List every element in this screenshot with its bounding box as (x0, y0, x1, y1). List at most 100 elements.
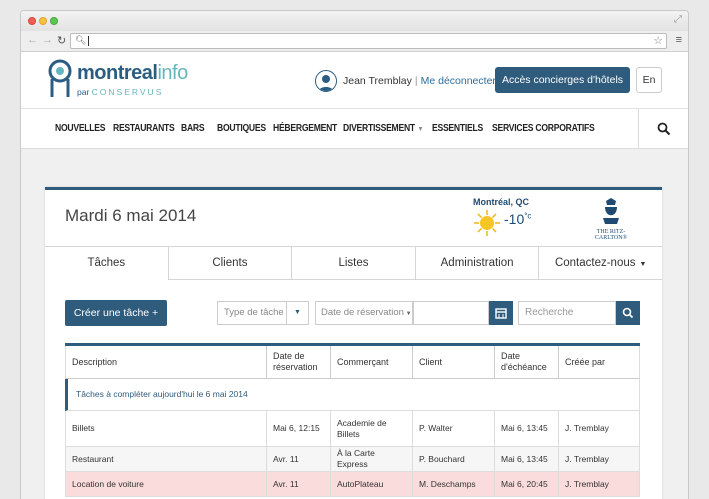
bookmark-star-icon[interactable]: ☆ (653, 34, 663, 47)
column-header[interactable]: Date de réservation (266, 346, 330, 378)
logo-main: montreal (77, 62, 158, 84)
main-nav: NOUVELLES RESTAURANTS BARS BOUTIQUES HÉB… (21, 109, 688, 149)
task-type-select[interactable]: Type de tâche ▼ (217, 301, 309, 325)
tasks-table: Description Date de réservation Commerça… (65, 343, 640, 497)
close-window-button[interactable] (28, 17, 36, 25)
address-bar[interactable]: 🔍︎ ☆ (70, 33, 667, 49)
temperature-unit: °c (524, 211, 532, 221)
weather-temperature: -10°c (504, 211, 531, 227)
chevron-down-icon: ▼ (637, 261, 647, 268)
back-arrow-icon[interactable]: ← (27, 34, 38, 46)
logo-accent: info (157, 62, 188, 84)
language-button[interactable]: En (636, 67, 662, 93)
sun-icon (474, 210, 500, 236)
nav-search-button[interactable] (638, 109, 688, 149)
table-cell: Avr. 11 (266, 447, 330, 471)
column-header[interactable]: Client (412, 346, 494, 378)
table-cell: J. Tremblay (558, 472, 639, 496)
table-cell: P. Bouchard (412, 447, 494, 471)
ritz-lion-icon (603, 198, 619, 224)
search-icon: 🔍︎ (75, 35, 87, 45)
tab-contactez-nous[interactable]: Contactez-nous ▼ (538, 247, 662, 279)
table-header: Description Date de réservation Commerça… (65, 346, 640, 379)
table-cell: J. Tremblay (558, 411, 639, 446)
table-row[interactable]: Billets Mai 6, 12:15 Academie de Billets… (65, 411, 640, 447)
table-row[interactable]: Restaurant Avr. 11 À la Carte Express P.… (65, 447, 640, 472)
nav-item-divertissement-label: DIVERTISSEMENT (343, 123, 415, 134)
tasks-panel: Mardi 6 mai 2014 Montréal, QC -10°c THE … (45, 187, 662, 499)
table-row-overdue[interactable]: Location de voiture Avr. 11 AutoPlateau … (65, 472, 640, 497)
create-task-button[interactable]: Créer une tâche + (65, 300, 167, 326)
tab-bar: Tâches Clients Listes Administration Con… (45, 246, 662, 280)
nav-item-services-corporatifs[interactable]: SERVICES CORPORATIFS (492, 123, 595, 134)
reservation-date-input[interactable] (413, 301, 489, 325)
reservation-date-field[interactable]: Date de réservation ▼ (315, 301, 413, 325)
search-button[interactable] (616, 301, 640, 325)
table-cell: AutoPlateau (330, 472, 412, 496)
tab-administration[interactable]: Administration (414, 247, 539, 279)
table-cell: À la Carte Express (330, 447, 412, 471)
page-title: Mardi 6 mai 2014 (65, 206, 197, 225)
column-header[interactable]: Créée par (558, 346, 639, 378)
nav-item-divertissement[interactable]: DIVERTISSEMENT ▼ (343, 123, 423, 134)
table-cell: Location de voiture (72, 478, 144, 489)
reload-icon[interactable]: ↻ (57, 34, 66, 47)
minimize-window-button[interactable] (39, 17, 47, 25)
tab-taches[interactable]: Tâches (45, 247, 168, 280)
browser-menu-icon[interactable]: ≡ (676, 34, 682, 46)
concierge-access-button[interactable]: Accès concierges d'hôtels (495, 67, 630, 93)
tab-listes[interactable]: Listes (291, 247, 415, 279)
title-bar: ⤢ (21, 11, 688, 31)
site-header: montrealinfo par CONSERVUS Jean Tremblay… (21, 52, 688, 109)
tab-contactez-nous-label: Contactez-nous (554, 257, 636, 269)
calendar-button[interactable] (489, 301, 513, 325)
column-header[interactable]: Commerçant (330, 346, 412, 378)
table-cell: Mai 6, 13:45 (494, 411, 558, 446)
calendar-icon (495, 308, 507, 319)
column-header[interactable]: Description (66, 346, 266, 378)
search-icon (657, 122, 671, 136)
weather-city: Montréal, QC (473, 197, 530, 207)
tab-clients[interactable]: Clients (167, 247, 292, 279)
chevron-down-icon: ▼ (417, 126, 424, 133)
user-info: Jean Tremblay | Me déconnecter (343, 75, 496, 87)
nav-item-hebergement[interactable]: HÉBERGEMENT (273, 123, 337, 134)
nav-item-nouvelles[interactable]: NOUVELLES (55, 123, 106, 134)
nav-item-bars[interactable]: BARS (181, 123, 205, 134)
logo-wordmark[interactable]: montrealinfo (77, 62, 188, 85)
text-cursor (88, 36, 89, 46)
group-header: Tâches à compléter aujourd'hui le 6 mai … (65, 379, 640, 411)
table-cell: Mai 6, 20:45 (494, 472, 558, 496)
nav-item-restaurants[interactable]: RESTAURANTS (113, 123, 175, 134)
nav-item-boutiques[interactable]: BOUTIQUES (217, 123, 266, 134)
forward-arrow-icon[interactable]: → (42, 34, 53, 46)
fullscreen-icon[interactable]: ⤢ (674, 14, 682, 25)
avatar[interactable] (315, 70, 337, 92)
hotel-name: THE RITZ-CARLTON® (594, 229, 628, 241)
column-header[interactable]: Date d'échéance (494, 346, 558, 378)
browser-window: ⤢ ← → ↻ 🔍︎ ☆ ≡ montrealinfo par CONSERVU… (20, 10, 689, 499)
user-separator: | (414, 75, 418, 87)
table-cell: P. Walter (412, 411, 494, 446)
temperature-value: -10 (504, 211, 525, 227)
search-input[interactable]: Recherche (518, 301, 616, 325)
logo-sub-brand: CONSERVUS (91, 87, 164, 97)
chevron-down-icon: ▼ (286, 302, 308, 324)
table-cell: Mai 6, 12:15 (266, 411, 330, 446)
logo-subtitle: par CONSERVUS (77, 87, 163, 97)
task-type-placeholder: Type de tâche (224, 307, 284, 318)
table-cell: Restaurant (72, 453, 114, 464)
reservation-date-placeholder: Date de réservation (321, 307, 404, 318)
user-name: Jean Tremblay (343, 75, 412, 87)
browser-toolbar: ← → ↻ 🔍︎ ☆ ≡ (21, 31, 688, 52)
table-cell: Billets (72, 423, 95, 433)
table-cell: Mai 6, 13:45 (494, 447, 558, 471)
table-cell: J. Tremblay (558, 447, 639, 471)
search-icon (622, 307, 634, 319)
table-cell: Avr. 11 (266, 472, 330, 496)
maximize-window-button[interactable] (50, 17, 58, 25)
table-cell: M. Deschamps (412, 472, 494, 496)
logo-sub-prefix: par (77, 87, 90, 97)
nav-item-essentiels[interactable]: ESSENTIELS (432, 123, 483, 134)
logout-link[interactable]: Me déconnecter (421, 75, 496, 87)
